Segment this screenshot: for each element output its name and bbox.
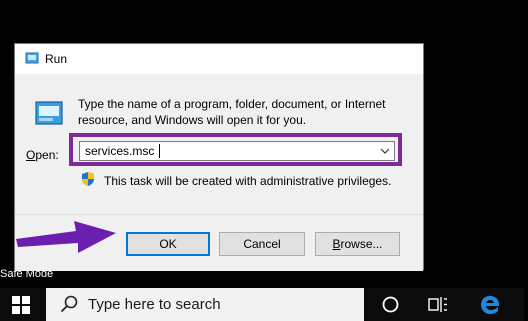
task-view-icon[interactable] xyxy=(428,296,448,313)
browse-label-rest: rowse... xyxy=(340,237,383,251)
windows-start-icon[interactable] xyxy=(12,296,30,314)
taskbar: Type here to search xyxy=(0,288,524,321)
browse-button[interactable]: Browse... xyxy=(315,232,400,256)
ok-button[interactable]: OK xyxy=(126,232,210,256)
run-program-icon xyxy=(35,101,63,125)
dialog-title: Run xyxy=(45,52,68,66)
run-title-icon xyxy=(25,52,39,64)
uac-shield-icon xyxy=(82,172,94,186)
text-cursor xyxy=(159,144,160,158)
title-bar[interactable]: Run xyxy=(15,44,423,74)
search-placeholder: Type here to search xyxy=(88,296,221,313)
search-icon xyxy=(60,295,78,313)
open-label-accelerator: O xyxy=(26,148,36,162)
cancel-button[interactable]: Cancel xyxy=(219,232,305,256)
dialog-description: Type the name of a program, folder, docu… xyxy=(78,97,386,127)
open-combobox[interactable]: services.msc xyxy=(79,141,395,161)
cortana-icon[interactable] xyxy=(382,296,399,313)
open-label: Open: xyxy=(26,148,59,162)
browse-accelerator: B xyxy=(332,237,341,251)
open-label-rest: pen: xyxy=(35,148,59,162)
chevron-down-icon[interactable] xyxy=(380,146,390,156)
pointer-arrow-annotation xyxy=(16,221,116,253)
admin-privileges-note: This task will be created with administr… xyxy=(104,174,392,188)
taskbar-search-box[interactable]: Type here to search xyxy=(46,288,364,321)
open-input[interactable]: services.msc xyxy=(85,144,154,158)
edge-icon[interactable] xyxy=(479,294,501,315)
screen: Safe Mode Run Type the name of a program… xyxy=(0,0,528,321)
